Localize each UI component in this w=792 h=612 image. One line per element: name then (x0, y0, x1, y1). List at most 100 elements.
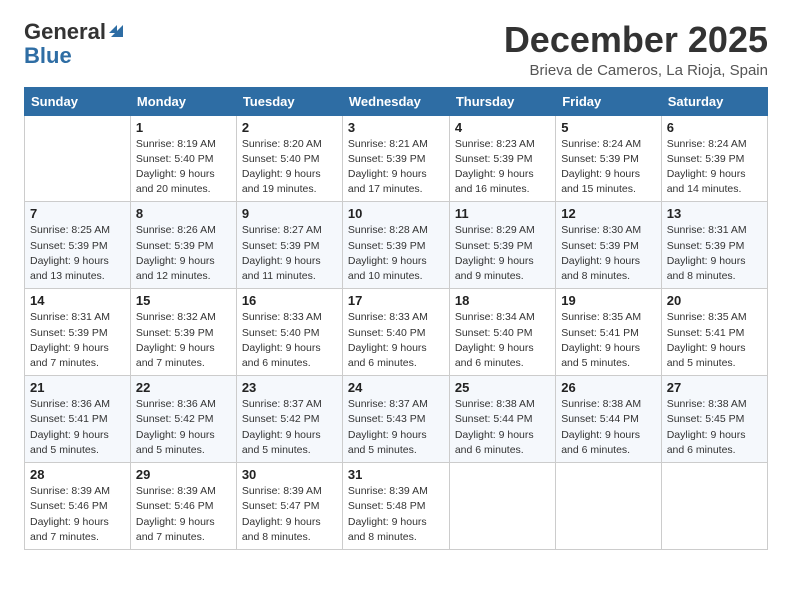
calendar-cell: 10 Sunrise: 8:28 AMSunset: 5:39 PMDayligh… (342, 202, 449, 289)
day-detail: Sunrise: 8:25 AMSunset: 5:39 PMDaylight:… (30, 223, 125, 284)
day-number: 2 (242, 120, 337, 135)
calendar-cell: 16 Sunrise: 8:33 AMSunset: 5:40 PMDayligh… (236, 289, 342, 376)
logo-triangle-icon (109, 21, 123, 37)
calendar-cell: 11Sunrise: 8:29 AMSunset: 5:39 PMDayligh… (449, 202, 555, 289)
day-number: 29 (136, 467, 231, 482)
day-number: 6 (667, 120, 762, 135)
day-number: 18 (455, 293, 550, 308)
calendar-header-row: SundayMondayTuesdayWednesdayThursdayFrid… (25, 87, 768, 115)
day-number: 8 (136, 206, 231, 221)
day-detail: Sunrise: 8:35 AMSunset: 5:41 PMDaylight:… (561, 310, 656, 371)
calendar-cell: 3Sunrise: 8:21 AMSunset: 5:39 PMDaylight… (342, 115, 449, 202)
calendar-cell: 25 Sunrise: 8:38 AMSunset: 5:44 PMDayligh… (449, 376, 555, 463)
day-number: 11 (455, 206, 550, 221)
day-detail: Sunrise: 8:39 AMSunset: 5:46 PMDaylight:… (136, 484, 231, 545)
title-block: December 2025 Brieva de Cameros, La Rioj… (504, 20, 768, 79)
calendar-cell: 29 Sunrise: 8:39 AMSunset: 5:46 PMDayligh… (130, 463, 236, 550)
day-number: 24 (348, 380, 444, 395)
day-detail: Sunrise: 8:39 AMSunset: 5:47 PMDaylight:… (242, 484, 337, 545)
logo-blue: Blue (24, 44, 72, 68)
day-number: 13 (667, 206, 762, 221)
calendar-cell: 12Sunrise: 8:30 AMSunset: 5:39 PMDayligh… (556, 202, 662, 289)
weekday-header: Saturday (661, 87, 767, 115)
day-detail: Sunrise: 8:39 AMSunset: 5:48 PMDaylight:… (348, 484, 444, 545)
day-number: 26 (561, 380, 656, 395)
day-detail: Sunrise: 8:21 AMSunset: 5:39 PMDaylight:… (348, 137, 444, 198)
calendar-cell (25, 115, 131, 202)
day-number: 23 (242, 380, 337, 395)
day-number: 20 (667, 293, 762, 308)
weekday-header: Wednesday (342, 87, 449, 115)
calendar-cell: 14 Sunrise: 8:31 AMSunset: 5:39 PMDayligh… (25, 289, 131, 376)
calendar-week-row: 28 Sunrise: 8:39 AMSunset: 5:46 PMDayligh… (25, 463, 768, 550)
weekday-header: Monday (130, 87, 236, 115)
calendar-cell: 4Sunrise: 8:23 AMSunset: 5:39 PMDaylight… (449, 115, 555, 202)
calendar-cell: 24 Sunrise: 8:37 AMSunset: 5:43 PMDayligh… (342, 376, 449, 463)
calendar-cell: 15 Sunrise: 8:32 AMSunset: 5:39 PMDayligh… (130, 289, 236, 376)
day-detail: Sunrise: 8:36 AMSunset: 5:41 PMDaylight:… (30, 397, 125, 458)
calendar-week-row: 21 Sunrise: 8:36 AMSunset: 5:41 PMDayligh… (25, 376, 768, 463)
month-title: December 2025 (504, 20, 768, 60)
day-detail: Sunrise: 8:31 AMSunset: 5:39 PMDaylight:… (30, 310, 125, 371)
day-detail: Sunrise: 8:37 AMSunset: 5:42 PMDaylight:… (242, 397, 337, 458)
calendar-cell (661, 463, 767, 550)
calendar-cell: 21 Sunrise: 8:36 AMSunset: 5:41 PMDayligh… (25, 376, 131, 463)
calendar-cell: 28 Sunrise: 8:39 AMSunset: 5:46 PMDayligh… (25, 463, 131, 550)
day-number: 19 (561, 293, 656, 308)
day-number: 7 (30, 206, 125, 221)
day-detail: Sunrise: 8:39 AMSunset: 5:46 PMDaylight:… (30, 484, 125, 545)
day-number: 28 (30, 467, 125, 482)
day-number: 31 (348, 467, 444, 482)
day-number: 16 (242, 293, 337, 308)
calendar-cell: 20 Sunrise: 8:35 AMSunset: 5:41 PMDayligh… (661, 289, 767, 376)
calendar-cell: 8 Sunrise: 8:26 AMSunset: 5:39 PMDaylight… (130, 202, 236, 289)
day-number: 17 (348, 293, 444, 308)
day-detail: Sunrise: 8:28 AMSunset: 5:39 PMDaylight:… (348, 223, 444, 284)
day-number: 9 (242, 206, 337, 221)
day-detail: Sunrise: 8:32 AMSunset: 5:39 PMDaylight:… (136, 310, 231, 371)
day-number: 25 (455, 380, 550, 395)
calendar-cell: 23 Sunrise: 8:37 AMSunset: 5:42 PMDayligh… (236, 376, 342, 463)
page-header: General Blue December 2025 Brieva de Cam… (24, 20, 768, 79)
calendar-cell: 9 Sunrise: 8:27 AMSunset: 5:39 PMDaylight… (236, 202, 342, 289)
calendar-table: SundayMondayTuesdayWednesdayThursdayFrid… (24, 87, 768, 550)
day-detail: Sunrise: 8:38 AMSunset: 5:45 PMDaylight:… (667, 397, 762, 458)
day-number: 5 (561, 120, 656, 135)
calendar-cell: 13 Sunrise: 8:31 AMSunset: 5:39 PMDayligh… (661, 202, 767, 289)
day-detail: Sunrise: 8:31 AMSunset: 5:39 PMDaylight:… (667, 223, 762, 284)
calendar-cell (449, 463, 555, 550)
day-detail: Sunrise: 8:24 AMSunset: 5:39 PMDaylight:… (667, 137, 762, 198)
calendar-week-row: 1 Sunrise: 8:19 AMSunset: 5:40 PMDaylight… (25, 115, 768, 202)
day-detail: Sunrise: 8:26 AMSunset: 5:39 PMDaylight:… (136, 223, 231, 284)
calendar-cell: 19 Sunrise: 8:35 AMSunset: 5:41 PMDayligh… (556, 289, 662, 376)
weekday-header: Tuesday (236, 87, 342, 115)
day-detail: Sunrise: 8:20 AMSunset: 5:40 PMDaylight:… (242, 137, 337, 198)
day-number: 14 (30, 293, 125, 308)
logo: General Blue (24, 20, 123, 68)
day-detail: Sunrise: 8:38 AMSunset: 5:44 PMDaylight:… (455, 397, 550, 458)
calendar-cell: 7 Sunrise: 8:25 AMSunset: 5:39 PMDaylight… (25, 202, 131, 289)
day-detail: Sunrise: 8:19 AMSunset: 5:40 PMDaylight:… (136, 137, 231, 198)
day-detail: Sunrise: 8:36 AMSunset: 5:42 PMDaylight:… (136, 397, 231, 458)
day-detail: Sunrise: 8:37 AMSunset: 5:43 PMDaylight:… (348, 397, 444, 458)
day-number: 27 (667, 380, 762, 395)
day-number: 15 (136, 293, 231, 308)
calendar-cell: 27 Sunrise: 8:38 AMSunset: 5:45 PMDayligh… (661, 376, 767, 463)
weekday-header: Sunday (25, 87, 131, 115)
calendar-week-row: 7 Sunrise: 8:25 AMSunset: 5:39 PMDaylight… (25, 202, 768, 289)
day-detail: Sunrise: 8:24 AMSunset: 5:39 PMDaylight:… (561, 137, 656, 198)
day-number: 21 (30, 380, 125, 395)
day-number: 1 (136, 120, 231, 135)
weekday-header: Friday (556, 87, 662, 115)
location: Brieva de Cameros, La Rioja, Spain (504, 62, 768, 79)
day-detail: Sunrise: 8:33 AMSunset: 5:40 PMDaylight:… (242, 310, 337, 371)
day-detail: Sunrise: 8:35 AMSunset: 5:41 PMDaylight:… (667, 310, 762, 371)
day-detail: Sunrise: 8:27 AMSunset: 5:39 PMDaylight:… (242, 223, 337, 284)
day-number: 10 (348, 206, 444, 221)
calendar-cell (556, 463, 662, 550)
day-number: 12 (561, 206, 656, 221)
calendar-cell: 18Sunrise: 8:34 AMSunset: 5:40 PMDayligh… (449, 289, 555, 376)
calendar-cell: 5 Sunrise: 8:24 AMSunset: 5:39 PMDaylight… (556, 115, 662, 202)
day-number: 22 (136, 380, 231, 395)
calendar-cell: 1 Sunrise: 8:19 AMSunset: 5:40 PMDaylight… (130, 115, 236, 202)
